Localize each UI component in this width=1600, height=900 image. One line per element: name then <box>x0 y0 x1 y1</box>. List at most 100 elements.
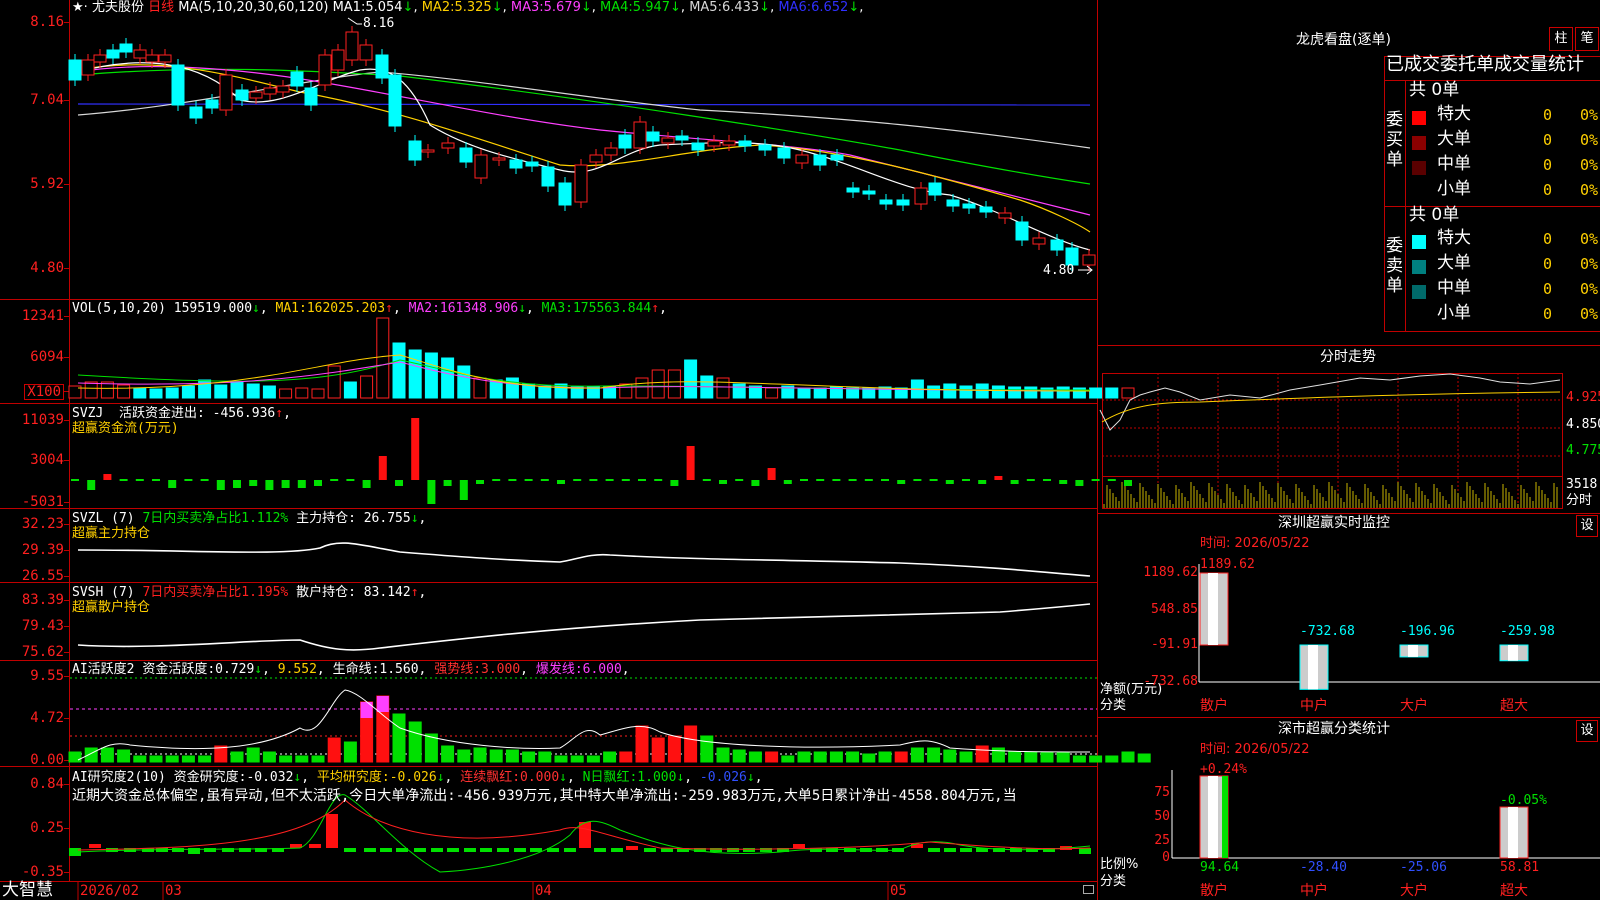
activity-bar <box>538 751 552 763</box>
flow-bar <box>87 480 96 490</box>
volume-bar <box>1089 387 1103 399</box>
ai-sep: , <box>418 662 435 677</box>
ma-value: 5.325 <box>454 0 492 15</box>
ai-sep: , <box>262 662 278 677</box>
sz-monitor-value-label: -259.98 <box>1500 624 1555 639</box>
ai2-title: AI研究度2(10) <box>72 770 166 785</box>
vol-axis-label: 6094 <box>30 349 64 365</box>
research-bar <box>579 822 591 848</box>
order-count: 0 <box>1543 156 1553 174</box>
stock-name: 尤夫股份 <box>91 0 144 15</box>
activity-bar <box>198 755 212 763</box>
activity-bar <box>959 751 973 763</box>
svzl-arrow: ↓ <box>410 511 419 526</box>
ma-arrow: ↓ <box>491 0 503 15</box>
activity-bar <box>570 755 584 763</box>
candle <box>474 154 488 179</box>
tab-tick-list[interactable]: 笔 <box>1575 27 1599 51</box>
svzl-axis-label: 29.39 <box>21 542 64 558</box>
activity-bar <box>262 751 276 763</box>
flow-bar <box>216 480 225 490</box>
activity-bar <box>295 755 309 763</box>
volume-bar <box>927 385 941 399</box>
period-label[interactable]: 日线 <box>148 0 174 15</box>
activity-bar <box>505 749 519 763</box>
star-icon[interactable]: ★ <box>72 0 84 15</box>
research-bar <box>611 848 623 852</box>
candle <box>158 54 172 63</box>
buy-total: 共 0单 <box>1409 80 1460 100</box>
order-stats-title: 已成交委托单成交量统计 <box>1386 54 1584 75</box>
candle <box>998 212 1012 219</box>
ma-label: MA2: <box>421 0 455 15</box>
ai2-label: 资金研究度: <box>173 770 247 785</box>
tab-bar-chart[interactable]: 柱 <box>1549 27 1573 51</box>
activity-bar <box>1121 751 1135 763</box>
legend-swatch <box>1412 260 1426 274</box>
price-axis-label: 7.04 <box>30 92 64 108</box>
ai2-value: 1.000 <box>637 770 677 785</box>
research-bar <box>309 844 321 848</box>
legend-swatch <box>1412 161 1426 175</box>
activity-bar <box>1056 751 1070 763</box>
activity-bar <box>797 751 811 763</box>
ma-label: MA1: <box>332 0 366 15</box>
ma-sep: , <box>413 0 422 15</box>
ai-value: 0.729 <box>215 662 255 677</box>
research-bar <box>743 848 755 852</box>
candle <box>388 74 402 127</box>
research-bar <box>626 846 638 850</box>
volume-bar <box>441 357 455 399</box>
high-low-marks: 8.16 4.80 <box>347 16 1093 278</box>
sz-class-settings-button[interactable]: 设 <box>1576 720 1598 742</box>
ai-sep: , <box>520 662 536 677</box>
ma-value: 5.947 <box>632 0 671 15</box>
flow-bar <box>459 480 468 500</box>
dragon-tiger-title: 龙虎看盘(逐单) <box>1296 32 1391 48</box>
flow-bar <box>1091 479 1100 481</box>
order-count: 0 <box>1543 106 1553 124</box>
ai-title: AI活跃度2 <box>72 662 135 677</box>
flow-bar <box>686 446 695 480</box>
volume-bar <box>279 388 293 399</box>
sz-monitor-axis-label: -91.91 <box>1151 637 1198 652</box>
volume-bar <box>473 377 487 399</box>
time-value: 2026/05/22 <box>1234 536 1310 551</box>
svzl-axis-label: 26.55 <box>21 568 64 584</box>
volume-bar <box>408 349 422 399</box>
svzj-arrow: ↑ <box>275 406 284 421</box>
ai-activity-bars <box>68 677 1151 763</box>
flow-bar <box>864 479 873 481</box>
price-axis-label: 4.80 <box>30 260 64 276</box>
chart-header: ★· 尤夫股份 日线 MA(5,10,20,30,60,120) MA1:5.0… <box>72 1 863 14</box>
vol-header: VOL(5,10,20) 159519.000↓, MA1:162025.203… <box>72 301 667 316</box>
svzl-desc: 7日内买卖净占比1.112% <box>142 511 289 526</box>
candle <box>758 144 772 151</box>
volume-bar <box>262 385 276 399</box>
volume-bar <box>1056 386 1070 399</box>
ai2-comment: 近期大资金总体偏空,虽有异动,但不太活跃,今日大单净流出:-456.939万元,… <box>72 788 1017 804</box>
flow-bar <box>540 479 549 481</box>
volume-bar <box>813 387 827 399</box>
order-count: 0 <box>1543 230 1553 248</box>
research-bar <box>447 848 459 852</box>
ai2-sep: , <box>566 770 583 785</box>
activity-bar <box>635 725 649 763</box>
vol-axis-label: 12341 <box>21 308 64 324</box>
ai2-value: -0.026 <box>699 770 747 785</box>
volume-bar <box>667 369 681 399</box>
vol-ma-value: 175563.844 <box>572 301 652 316</box>
lock-icon[interactable] <box>1083 885 1094 894</box>
order-size-label: 大单 <box>1437 253 1471 273</box>
vol-value: 159519.000 <box>173 301 253 316</box>
candle <box>541 166 555 187</box>
volume-bar <box>716 377 730 399</box>
stock-chart-canvas[interactable]: 8.16 4.80 <box>0 0 1600 900</box>
sz-class-category: 散户 <box>1200 883 1228 899</box>
sz-monitor-settings-button[interactable]: 设 <box>1576 515 1598 537</box>
ai2-arrow: ↓ <box>436 770 445 785</box>
flow-bar <box>281 480 290 488</box>
flow-bar <box>1075 480 1084 486</box>
candle <box>707 140 721 147</box>
ai2-value: 0.000 <box>520 770 560 785</box>
